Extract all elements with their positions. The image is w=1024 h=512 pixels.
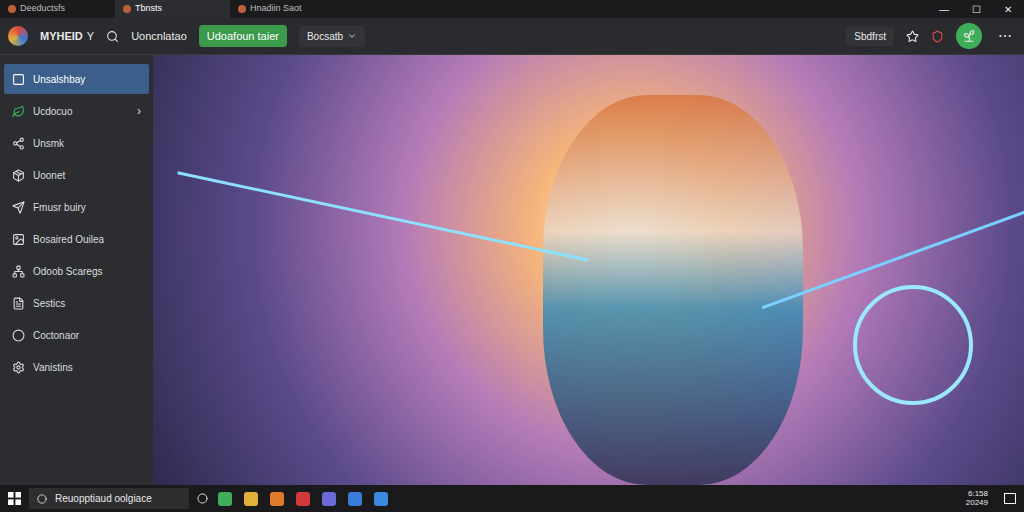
- light-ray: [177, 171, 588, 261]
- taskbar: Reuopptiaud oolgiace 6:15820249: [0, 485, 1024, 512]
- window-control[interactable]: —: [928, 0, 960, 18]
- toolbar: MYHEIDY Uoncnlatao Udoafoun taier Bocsatb Sb…: [0, 18, 1024, 55]
- sidebar-item[interactable]: Vanistins: [4, 352, 149, 382]
- brand[interactable]: MYHEIDY: [40, 28, 94, 45]
- sidebar-item-icon: [12, 137, 25, 150]
- sidebar-item[interactable]: Odoob Scaregs: [4, 256, 149, 286]
- browser-tab[interactable]: Hnadiin Saot: [230, 0, 345, 18]
- taskbar-search[interactable]: Reuopptiaud oolgiace: [29, 488, 189, 509]
- search-icon[interactable]: [106, 30, 119, 43]
- notification-icon[interactable]: [1004, 493, 1016, 504]
- more-button[interactable]: ⋯: [994, 26, 1016, 47]
- profile-avatar[interactable]: [956, 23, 982, 49]
- sidebar-item-icon: [12, 329, 25, 342]
- toolbar-link[interactable]: Uoncnlatao: [131, 28, 187, 45]
- chevron-down-icon: [347, 31, 357, 41]
- sidebar-item-icon: [12, 297, 25, 310]
- sidebar-item-icon: [12, 105, 25, 118]
- app-window: Deeductsfs Tbnsts Hnadiin Saot —☐✕ MYHEIDY Uo…: [0, 0, 1024, 512]
- sprout-icon: [962, 29, 976, 43]
- tab-label: Tbnsts: [135, 2, 162, 16]
- character-figure: [543, 95, 803, 485]
- window-control[interactable]: ✕: [992, 0, 1024, 18]
- sidebar-item-icon: [12, 73, 25, 86]
- shield-icon[interactable]: [931, 30, 944, 43]
- sidebar-item[interactable]: Coctonaor: [4, 320, 149, 350]
- sidebar-item[interactable]: Uoonet: [4, 160, 149, 190]
- sidebar-item[interactable]: Ucdocuo›: [4, 96, 149, 126]
- logo-icon[interactable]: [8, 26, 28, 46]
- magic-circle: [853, 285, 973, 405]
- sidebar-item-icon: [12, 233, 25, 246]
- taskbar-app-icon[interactable]: [296, 492, 310, 506]
- taskbar-app-icon[interactable]: [374, 492, 388, 506]
- sidebar-item[interactable]: Bosaired Ouilea: [4, 224, 149, 254]
- windows-logo-icon[interactable]: [8, 492, 21, 505]
- taskbar-app-icon[interactable]: [218, 492, 232, 506]
- sidebar-item-icon: [12, 361, 25, 374]
- star-icon[interactable]: [906, 30, 919, 43]
- primary-button[interactable]: Udoafoun taier: [199, 25, 287, 48]
- sidebar: UnsalshbayUcdocuo›UnsmkUoonetFmusr buiry…: [0, 55, 153, 485]
- tab-favicon-icon: [123, 5, 131, 13]
- tab-label: Deeductsfs: [20, 2, 65, 16]
- dropdown-button[interactable]: Bocsatb: [299, 26, 365, 47]
- toolbar-label[interactable]: Sbdfrst: [846, 27, 894, 46]
- taskbar-app-icon[interactable]: [322, 492, 336, 506]
- sidebar-item[interactable]: Unsmk: [4, 128, 149, 158]
- clock[interactable]: 6:15820249: [966, 490, 988, 508]
- tab-strip: Deeductsfs Tbnsts Hnadiin Saot —☐✕: [0, 0, 1024, 18]
- browser-tab[interactable]: Tbnsts: [115, 0, 230, 18]
- taskbar-app-icon[interactable]: [244, 492, 258, 506]
- game-view[interactable]: [153, 55, 1024, 485]
- browser-tab[interactable]: Deeductsfs: [0, 0, 115, 18]
- sidebar-item[interactable]: Sestics: [4, 288, 149, 318]
- taskbar-app-icon[interactable]: [348, 492, 362, 506]
- sidebar-item[interactable]: Unsalshbay: [4, 64, 149, 94]
- task-view-icon[interactable]: [197, 493, 208, 504]
- tab-favicon-icon: [238, 5, 246, 13]
- chevron-right-icon: ›: [137, 102, 141, 120]
- sidebar-item-icon: [12, 265, 25, 278]
- taskbar-app-icon[interactable]: [270, 492, 284, 506]
- sidebar-item-icon: [12, 169, 25, 182]
- search-circle-icon: [37, 494, 47, 504]
- sidebar-item-icon: [12, 201, 25, 214]
- tab-label: Hnadiin Saot: [250, 2, 302, 16]
- window-control[interactable]: ☐: [960, 0, 992, 18]
- tab-favicon-icon: [8, 5, 16, 13]
- sidebar-item[interactable]: Fmusr buiry: [4, 192, 149, 222]
